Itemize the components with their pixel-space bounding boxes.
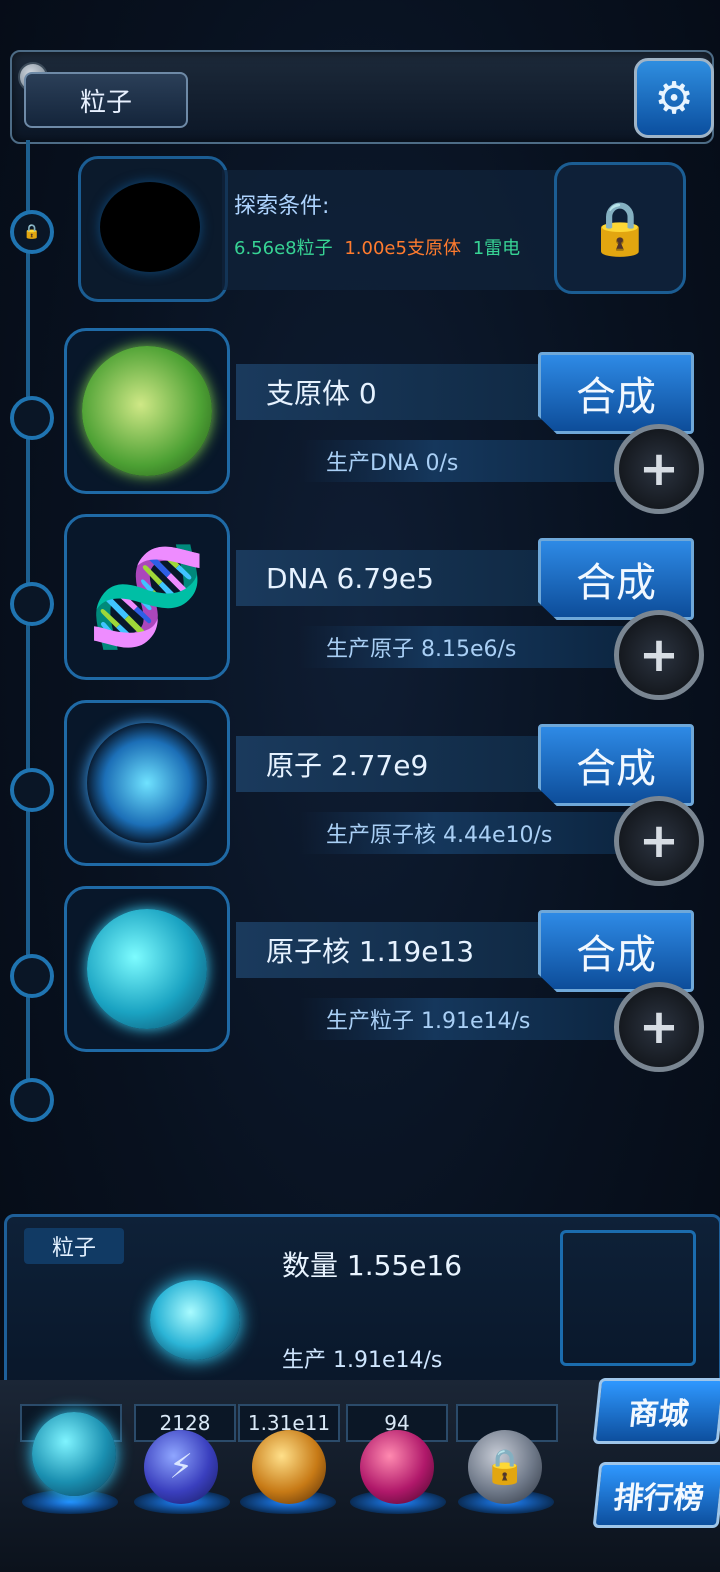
- chain-node: [10, 1078, 54, 1122]
- add-mycoplasma-button[interactable]: +: [614, 424, 704, 514]
- chain-node: [10, 396, 54, 440]
- chain-node: [10, 582, 54, 626]
- explore-lock-button[interactable]: 🔒: [554, 162, 686, 294]
- black-hole-icon: [100, 182, 200, 272]
- nucleus-production: 生产粒子 1.91e14/s: [300, 998, 636, 1040]
- explore-requirements: 6.56e8粒子 1.00e5支原体 1雷电: [234, 234, 526, 260]
- nucleus-icon: [87, 909, 207, 1029]
- dna-production: 生产原子 8.15e6/s: [300, 626, 636, 668]
- atom-icon: [87, 723, 207, 843]
- plus-icon: +: [638, 999, 680, 1055]
- dna-name: DNA 6.79e5: [236, 550, 576, 606]
- plus-icon: +: [638, 441, 680, 497]
- resource-tag: 粒子: [24, 1228, 124, 1264]
- settings-button[interactable]: ⚙: [634, 58, 714, 138]
- atom-name: 原子 2.77e9: [236, 736, 576, 792]
- atom-production: 生产原子核 4.44e10/s: [300, 812, 636, 854]
- add-dna-button[interactable]: +: [614, 610, 704, 700]
- lightning-icon: ⚡: [169, 1447, 193, 1487]
- synthesize-dna-button[interactable]: 合成: [538, 538, 694, 620]
- mycoplasma-name: 支原体 0: [236, 364, 576, 420]
- requirement-particles: 6.56e8粒子: [234, 238, 333, 259]
- nucleus-card: [64, 886, 230, 1052]
- gear-icon: ⚙: [654, 72, 694, 124]
- dna-icon: 🧬: [87, 540, 207, 653]
- add-nucleus-button[interactable]: +: [614, 982, 704, 1072]
- lock-icon: 🔒: [483, 1447, 527, 1487]
- requirement-mycoplasma: 1.00e5支原体: [344, 238, 461, 259]
- mycoplasma-production: 生产DNA 0/s: [300, 440, 636, 482]
- tab-energy[interactable]: [252, 1430, 326, 1504]
- leaderboard-button[interactable]: 排行榜: [592, 1462, 720, 1528]
- nucleus-name: 原子核 1.19e13: [236, 922, 576, 978]
- synthesize-mycoplasma-button[interactable]: 合成: [538, 352, 694, 434]
- particle-icon: [140, 1270, 250, 1370]
- tab-thunder[interactable]: ⚡: [144, 1430, 218, 1504]
- dna-card: 🧬: [64, 514, 230, 680]
- chain-node-locked: 🔒: [10, 210, 54, 254]
- mycoplasma-card: [64, 328, 230, 494]
- dna-decoration-icon: [560, 1230, 696, 1366]
- mycoplasma-icon: [82, 346, 212, 476]
- plus-icon: +: [638, 627, 680, 683]
- add-atom-button[interactable]: +: [614, 796, 704, 886]
- particle-quantity: 数量 1.55e16: [282, 1249, 463, 1282]
- synthesize-atom-button[interactable]: 合成: [538, 724, 694, 806]
- shop-button[interactable]: 商城: [592, 1378, 720, 1444]
- chain-node: [10, 954, 54, 998]
- explore-label: 探索条件:: [234, 194, 330, 219]
- atom-card: [64, 700, 230, 866]
- lock-icon: 🔒: [23, 224, 41, 240]
- synthesize-nucleus-button[interactable]: 合成: [538, 910, 694, 992]
- lock-icon: 🔒: [587, 198, 653, 259]
- tab-particles[interactable]: [32, 1412, 116, 1496]
- tab-brain[interactable]: [360, 1430, 434, 1504]
- tab-locked[interactable]: 🔒: [468, 1430, 542, 1504]
- page-title: 粒子: [24, 72, 188, 128]
- chain-node: [10, 768, 54, 812]
- particle-production: 生产 1.91e14/s: [282, 1348, 443, 1373]
- requirement-thunder: 1雷电: [472, 238, 521, 259]
- plus-icon: +: [638, 813, 680, 869]
